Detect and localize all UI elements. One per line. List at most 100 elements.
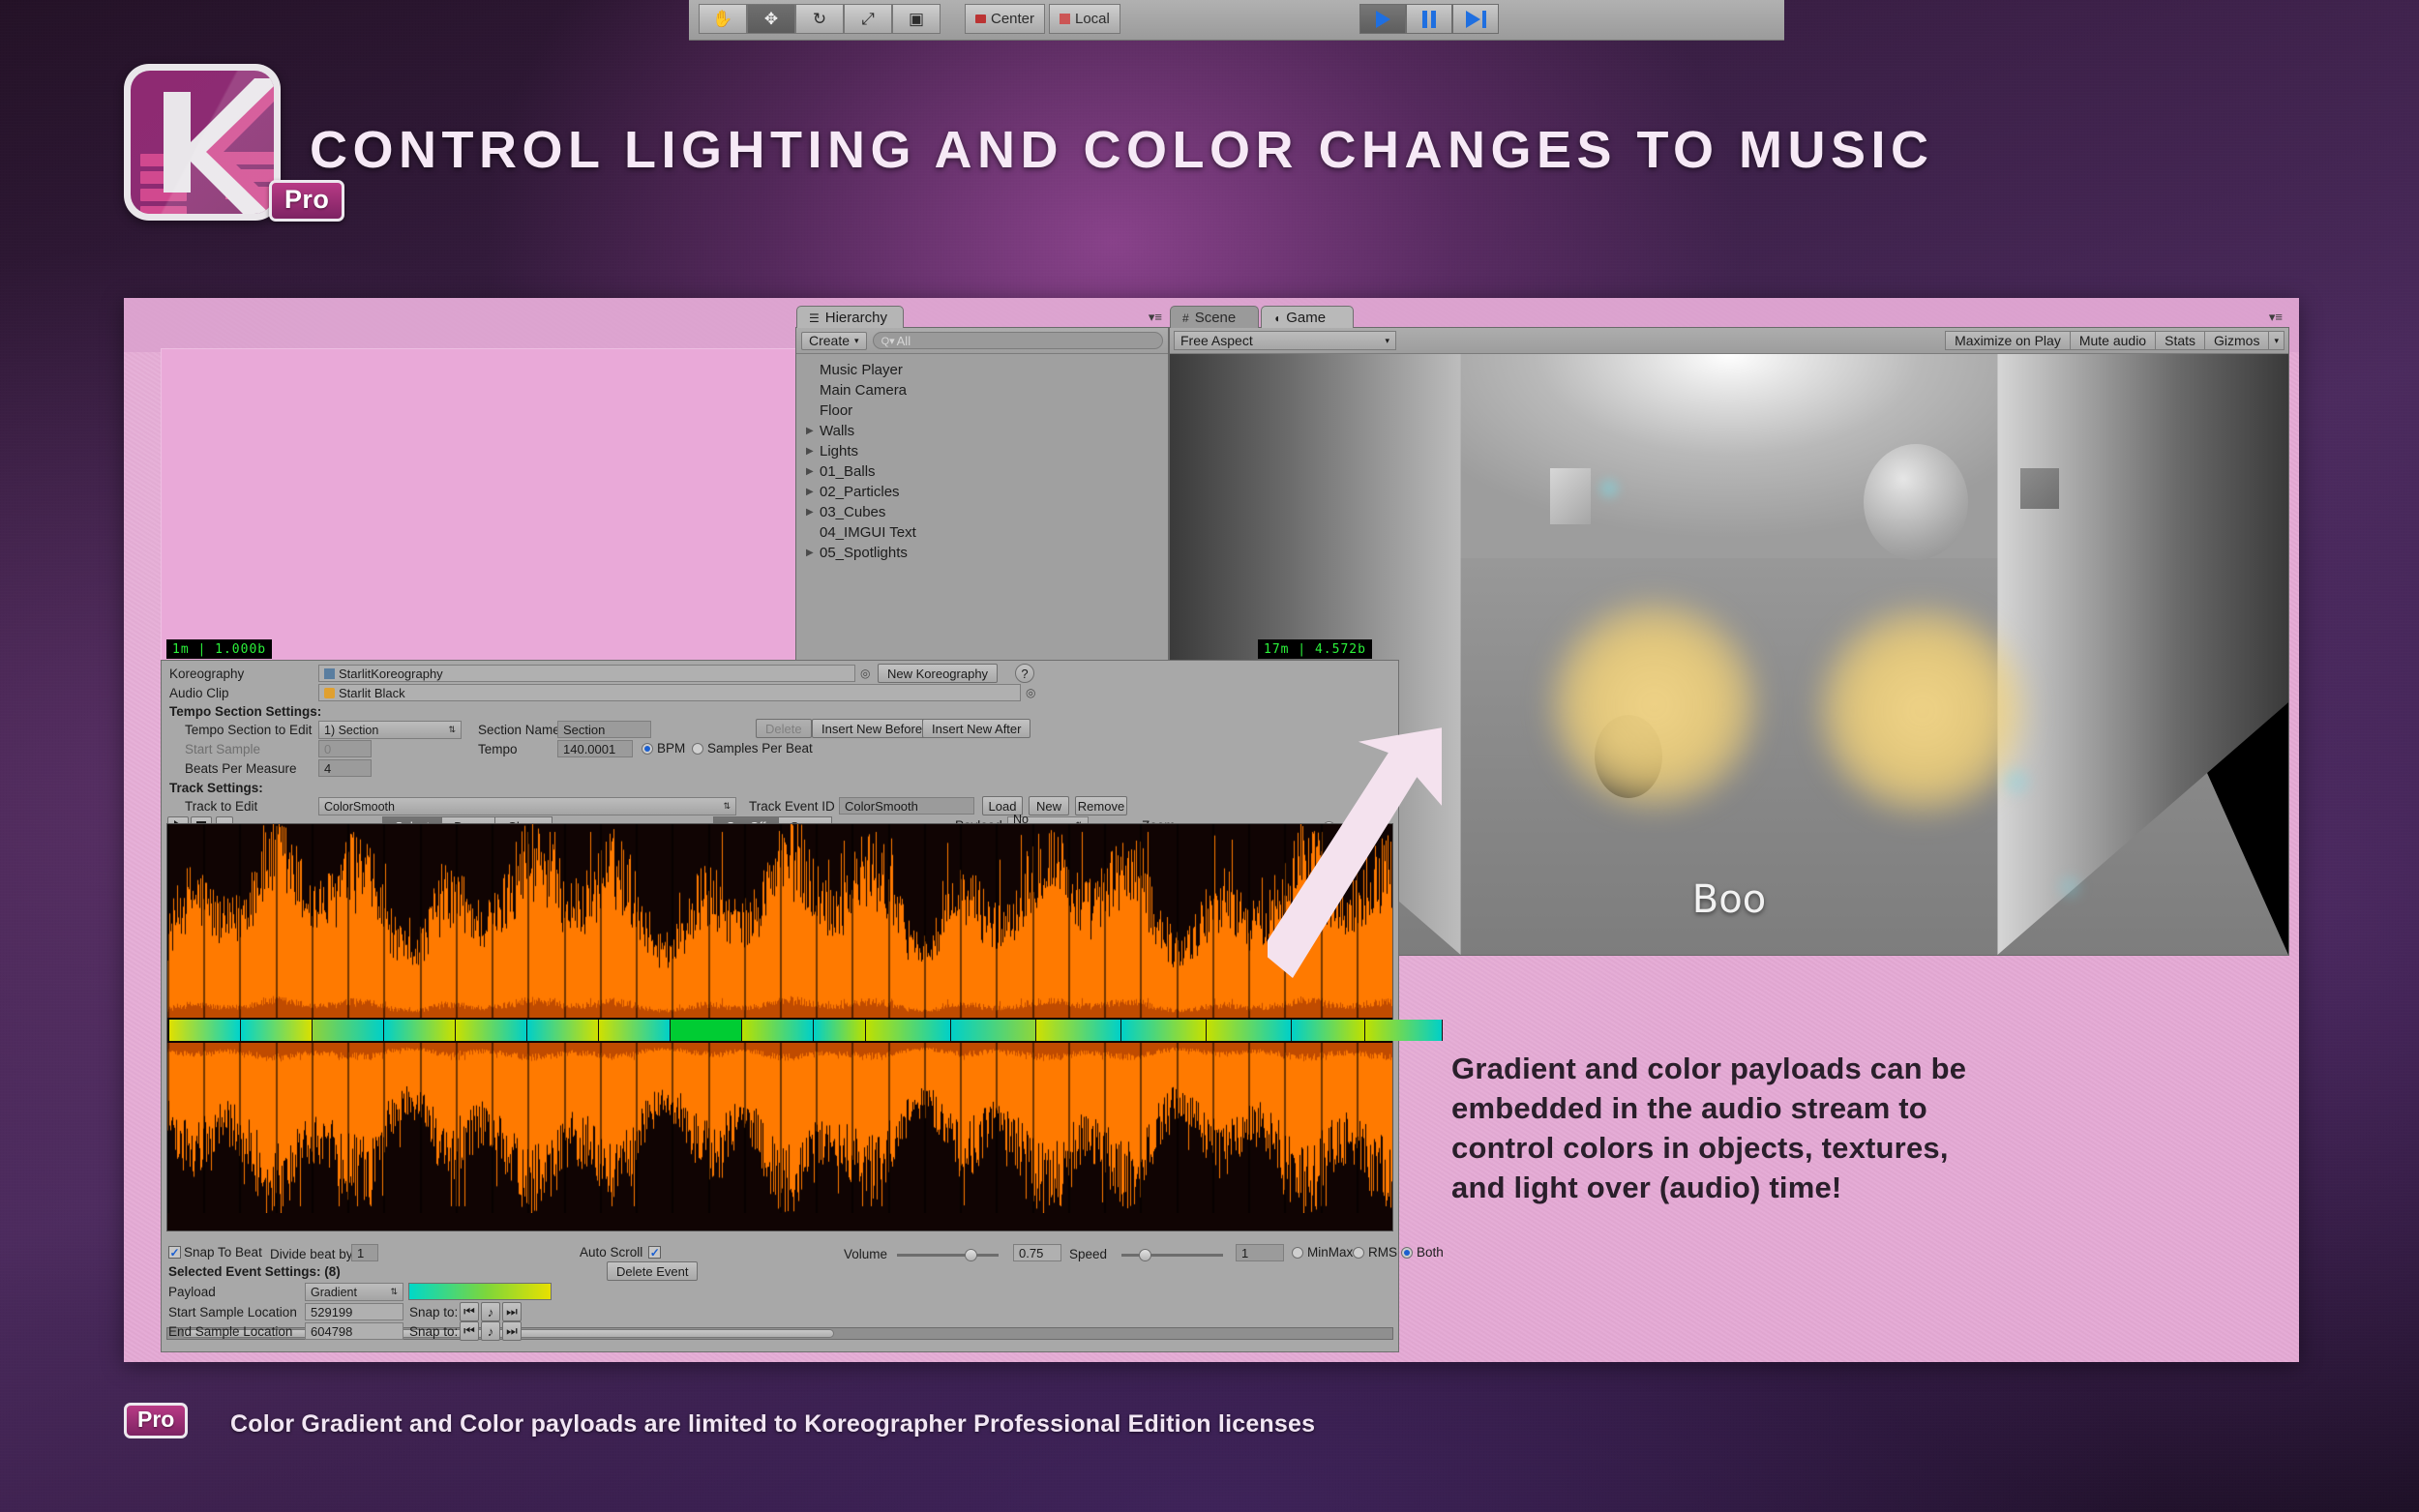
gizmos-button[interactable]: Gizmos (2205, 331, 2270, 350)
audio-clip-field[interactable]: Starlit Black (318, 684, 1021, 701)
gradient-event-cell[interactable] (742, 1020, 814, 1041)
gizmos-dropdown-icon[interactable]: ▾ (2269, 331, 2285, 350)
auto-scroll-checkbox[interactable]: ✓ (648, 1246, 662, 1260)
snap-start-beat-button[interactable]: ♪ (481, 1302, 500, 1321)
step-button[interactable] (1452, 4, 1499, 34)
divide-beat-by-field[interactable]: 1 (351, 1244, 378, 1261)
hierarchy-item-04-imgui-text[interactable]: 04_IMGUI Text (796, 522, 1168, 543)
hierarchy-item-03-cubes[interactable]: ▶ 03_Cubes (796, 502, 1168, 522)
samples-per-beat-radio[interactable] (692, 742, 703, 755)
snap-start-next-button[interactable]: ⏭ (502, 1302, 522, 1321)
waveform-display[interactable] (166, 823, 1443, 1231)
gradient-event-cell[interactable] (313, 1020, 384, 1041)
both-radio[interactable] (1401, 1246, 1413, 1259)
pause-button[interactable] (1406, 4, 1452, 34)
search-input[interactable]: Q▾ All (872, 332, 1163, 349)
stats-button[interactable]: Stats (2156, 331, 2206, 350)
tab-game[interactable]: ◖ Game (1261, 306, 1354, 329)
tempo-field[interactable]: 140.0001 (557, 740, 633, 757)
audio-picker-icon[interactable]: ◎ (1026, 686, 1035, 699)
track-event-id-field[interactable]: ColorSmooth (839, 797, 974, 815)
rms-radio[interactable] (1353, 1246, 1364, 1259)
volume-field[interactable]: 0.75 (1013, 1244, 1061, 1261)
hierarchy-item-label: 05_Spotlights (820, 545, 908, 561)
snap-end-next-button[interactable]: ⏭ (502, 1321, 522, 1341)
rotate-icon[interactable]: ↻ (795, 4, 844, 34)
tab-scene[interactable]: # Scene (1170, 306, 1259, 329)
play-button[interactable] (1359, 4, 1406, 34)
gradient-event-cell[interactable] (1207, 1020, 1292, 1041)
gradient-event-cell[interactable] (599, 1020, 671, 1041)
chevron-right-icon[interactable]: ▶ (806, 426, 820, 436)
snap-end-beat-button[interactable]: ♪ (481, 1321, 500, 1341)
object-picker-icon[interactable]: ◎ (860, 667, 870, 680)
chevron-right-icon[interactable]: ▶ (806, 446, 820, 457)
chevron-right-icon[interactable]: ▶ (806, 487, 820, 497)
new-koreography-button[interactable]: New Koreography (878, 664, 999, 683)
help-button[interactable]: ? (1015, 664, 1034, 683)
gradient-event-cell[interactable] (951, 1020, 1036, 1041)
chevron-right-icon[interactable]: ▶ (806, 466, 820, 477)
chevron-right-icon[interactable]: ▶ (806, 507, 820, 518)
aspect-dropdown[interactable]: Free Aspect ▾ (1174, 331, 1396, 350)
payload-type-dropdown[interactable]: Gradient ⇅ (305, 1283, 403, 1301)
gradient-event-cell[interactable] (169, 1020, 241, 1041)
minmax-radio[interactable] (1292, 1246, 1303, 1259)
scale-icon[interactable]: ⤢ (844, 4, 892, 34)
speed-slider[interactable] (1121, 1249, 1223, 1261)
section-name-field[interactable]: Section (557, 721, 651, 738)
gradient-event-cell[interactable] (814, 1020, 866, 1041)
beats-per-measure-field[interactable]: 4 (318, 759, 372, 777)
hierarchy-item-lights[interactable]: ▶ Lights (796, 441, 1168, 461)
hierarchy-item-01-balls[interactable]: ▶ 01_Balls (796, 461, 1168, 482)
end-sample-location-field[interactable]: 604798 (305, 1322, 403, 1340)
mute-audio-button[interactable]: Mute audio (2070, 331, 2157, 350)
space-toggle[interactable]: Local (1049, 4, 1120, 34)
gradient-event-cell[interactable] (1121, 1020, 1207, 1041)
hierarchy-item-floor[interactable]: Floor (796, 400, 1168, 421)
bpm-radio[interactable] (642, 742, 653, 755)
rect-transform-icon[interactable]: ▣ (892, 4, 941, 34)
gradient-event-cell[interactable] (1292, 1020, 1365, 1041)
hierarchy-item-05-spotlights[interactable]: ▶ 05_Spotlights (796, 543, 1168, 563)
gradient-event-cell[interactable] (456, 1020, 527, 1041)
delete-event-button[interactable]: Delete Event (607, 1261, 699, 1281)
pivot-toggle[interactable]: Center (965, 4, 1046, 34)
gradient-event-cell[interactable] (384, 1020, 456, 1041)
gradient-event-cell[interactable] (671, 1020, 742, 1041)
gradient-event-cell[interactable] (527, 1020, 599, 1041)
payload-gradient-swatch[interactable] (408, 1283, 552, 1300)
track-to-edit-dropdown[interactable]: ColorSmooth ⇅ (318, 797, 736, 815)
insert-new-after-button[interactable]: Insert New After (922, 719, 1031, 738)
koreography-field[interactable]: StarlitKoreography (318, 665, 855, 682)
chevron-right-icon[interactable]: ▶ (806, 548, 820, 558)
gradient-event-cell[interactable] (1365, 1020, 1443, 1041)
gradient-event-cell[interactable] (1036, 1020, 1121, 1041)
move-icon[interactable]: ✥ (747, 4, 795, 34)
snap-end-prev-button[interactable]: ⏮ (460, 1321, 479, 1341)
volume-slider-knob[interactable] (965, 1249, 977, 1261)
gradient-event-cell[interactable] (241, 1020, 313, 1041)
tab-hierarchy[interactable]: ☰ Hierarchy (796, 306, 904, 329)
snap-to-beat-checkbox[interactable]: ✓ (168, 1246, 181, 1260)
snap-start-prev-button[interactable]: ⏮ (460, 1302, 479, 1321)
hierarchy-item-walls[interactable]: ▶ Walls (796, 421, 1168, 441)
game-panel-menu-icon[interactable]: ▾≡ (2269, 310, 2283, 325)
delete-section-button[interactable]: Delete (756, 719, 812, 738)
remove-track-button[interactable]: Remove (1075, 796, 1127, 815)
panel-menu-icon[interactable]: ▾≡ (1149, 310, 1162, 325)
start-sample-location-field[interactable]: 529199 (305, 1303, 403, 1320)
speed-field[interactable]: 1 (1236, 1244, 1284, 1261)
gradient-event-cell[interactable] (866, 1020, 951, 1041)
hierarchy-item-main-camera[interactable]: Main Camera (796, 380, 1168, 400)
tempo-section-dropdown[interactable]: 1) Section ⇅ (318, 721, 462, 739)
insert-new-before-button[interactable]: Insert New Before (812, 719, 933, 738)
gradient-event-strip[interactable] (169, 1020, 1443, 1041)
maximize-on-play-button[interactable]: Maximize on Play (1945, 331, 2071, 350)
hand-icon[interactable]: ✋ (699, 4, 747, 34)
hierarchy-item-02-particles[interactable]: ▶ 02_Particles (796, 482, 1168, 502)
volume-slider[interactable] (897, 1249, 999, 1261)
hierarchy-item-music-player[interactable]: Music Player (796, 360, 1168, 380)
speed-slider-knob[interactable] (1139, 1249, 1151, 1261)
create-button[interactable]: Create ▾ (801, 331, 867, 350)
